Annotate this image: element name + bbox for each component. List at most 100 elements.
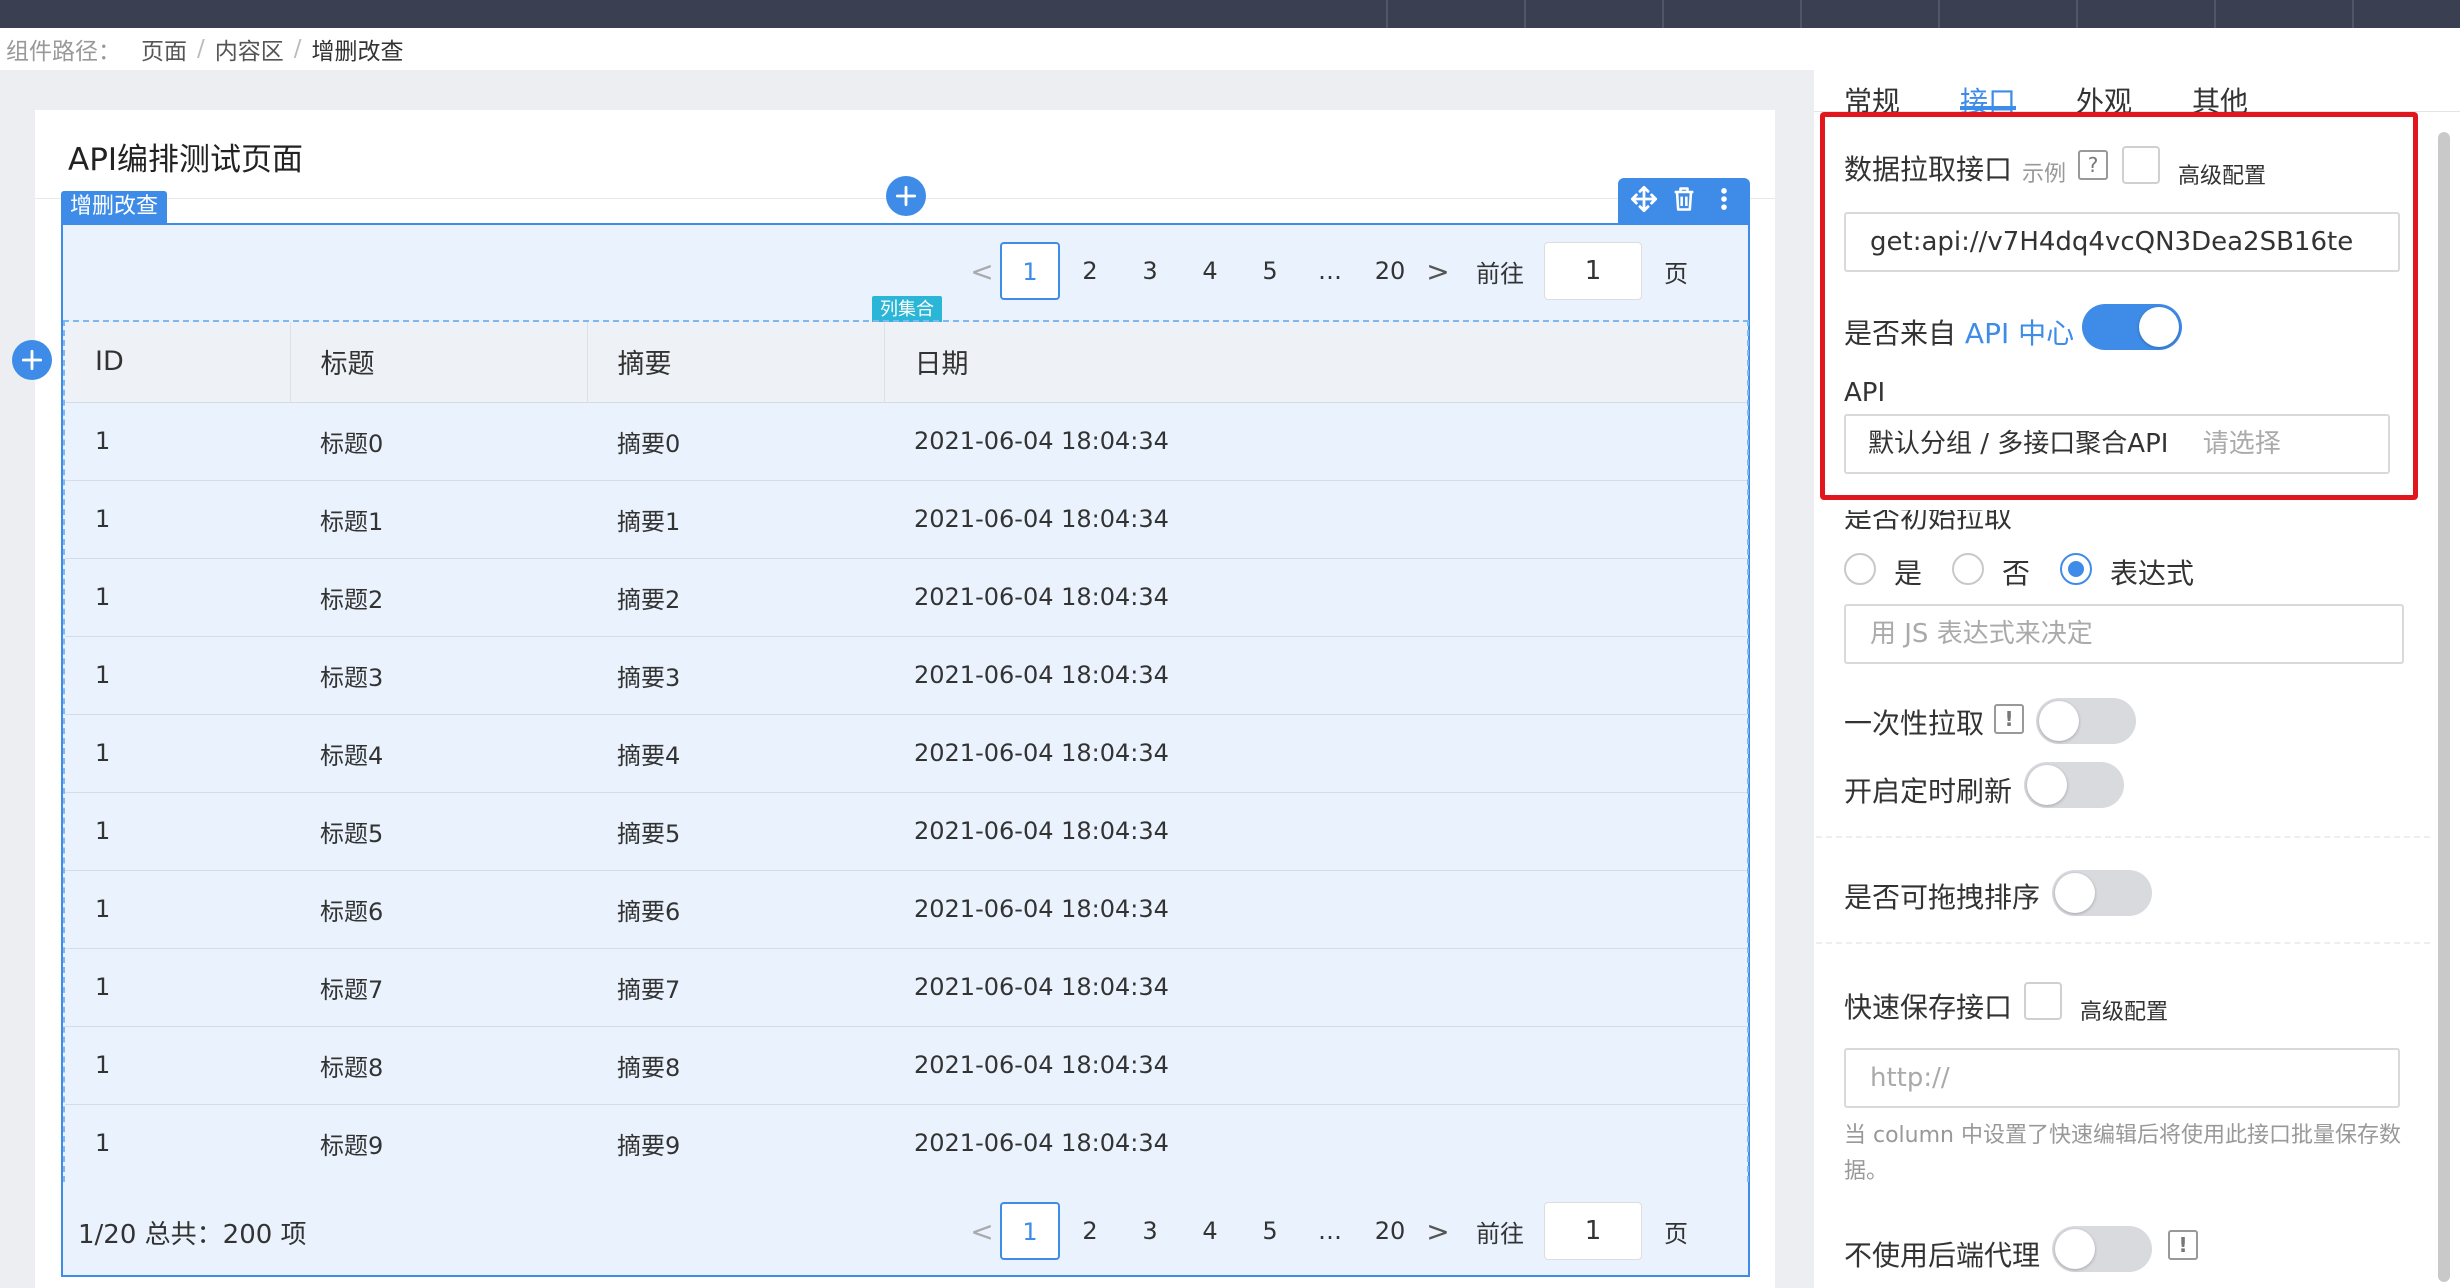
cell-date: 2021-06-04 18:04:34 <box>884 479 1747 558</box>
table-row: 1 标题2 摘要2 2021-06-04 18:04:34 <box>65 557 1747 636</box>
column-header-id[interactable]: ID <box>65 322 291 402</box>
top-pagination: < 1 2 3 4 5 … 20 > 前往 1 页 <box>964 242 1688 300</box>
cell-title: 标题9 <box>290 1103 587 1182</box>
fetch-once-label: 一次性拉取 <box>1844 707 1985 740</box>
page-button-20[interactable]: 20 <box>1360 257 1420 285</box>
next-page-button[interactable]: > <box>1420 1215 1456 1248</box>
cell-id: 1 <box>65 713 290 792</box>
column-header-date[interactable]: 日期 <box>884 322 1747 402</box>
page-button-5[interactable]: 5 <box>1240 1217 1300 1245</box>
add-column-icon[interactable] <box>12 340 52 380</box>
cell-title: 标题3 <box>290 635 587 714</box>
page-button-3[interactable]: 3 <box>1120 1217 1180 1245</box>
page-button-2[interactable]: 2 <box>1060 1217 1120 1245</box>
no-proxy-switch[interactable] <box>2052 1226 2152 1272</box>
page-button-2[interactable]: 2 <box>1060 257 1120 285</box>
cell-summary: 摘要6 <box>587 869 884 948</box>
draggable-sort-label: 是否可拖拽排序 <box>1844 881 2041 914</box>
quick-save-advanced-label: 高级配置 <box>2080 1000 2169 1025</box>
cell-title: 标题4 <box>290 713 587 792</box>
add-component-icon[interactable] <box>886 176 926 216</box>
radio-yes-label: 是 <box>1894 557 1923 590</box>
breadcrumb: 组件路径： 页面 / 内容区 / 增删改查 <box>0 28 1814 70</box>
prev-page-button[interactable]: < <box>964 1215 1000 1248</box>
page-unit-label: 页 <box>1664 1219 1688 1248</box>
move-icon[interactable] <box>1630 185 1658 217</box>
panel-scrollbar[interactable] <box>2438 132 2450 1282</box>
cell-date: 2021-06-04 18:04:34 <box>884 947 1747 1026</box>
cell-title: 标题8 <box>290 1025 587 1104</box>
breadcrumb-label: 组件路径： <box>6 39 121 65</box>
prev-page-button[interactable]: < <box>964 255 1000 288</box>
quick-save-input[interactable]: http:// <box>1844 1048 2400 1108</box>
highlight-annotation <box>1820 112 2418 500</box>
goto-label: 前往 <box>1476 1219 1524 1248</box>
page-button-1[interactable]: 1 <box>1000 1202 1060 1260</box>
cell-id: 1 <box>65 479 290 558</box>
page-button-3[interactable]: 3 <box>1120 257 1180 285</box>
cell-summary: 摘要7 <box>587 947 884 1026</box>
radio-yes[interactable] <box>1844 553 1876 585</box>
delete-icon[interactable] <box>1670 185 1698 217</box>
cell-summary: 摘要9 <box>587 1103 884 1182</box>
goto-label: 前往 <box>1476 259 1524 288</box>
page-button-5[interactable]: 5 <box>1240 257 1300 285</box>
bottom-pagination: < 1 2 3 4 5 … 20 > 前往 1 页 <box>964 1202 1688 1260</box>
breadcrumb-item-content[interactable]: 内容区 <box>215 32 284 66</box>
interval-refresh-label: 开启定时刷新 <box>1844 775 2013 808</box>
columns-tag[interactable]: 列集合 <box>872 296 942 323</box>
no-proxy-label: 不使用后端代理 <box>1844 1239 2041 1272</box>
cell-date: 2021-06-04 18:04:34 <box>884 1103 1747 1182</box>
cell-summary: 摘要4 <box>587 713 884 792</box>
radio-no[interactable] <box>1952 553 1984 585</box>
total-summary: 1/20 总共：200 项 <box>78 1220 307 1250</box>
radio-expression-label: 表达式 <box>2110 557 2195 590</box>
cell-title: 标题6 <box>290 869 587 948</box>
radio-no-label: 否 <box>2002 557 2031 590</box>
page-button-20[interactable]: 20 <box>1360 1217 1420 1245</box>
page-unit-label: 页 <box>1664 259 1688 288</box>
breadcrumb-item-crud[interactable]: 增删改查 <box>312 32 404 66</box>
quick-save-advanced-checkbox[interactable] <box>2024 982 2062 1020</box>
goto-page-input[interactable]: 1 <box>1544 242 1642 300</box>
interval-refresh-switch[interactable] <box>2024 762 2124 808</box>
page-ellipsis[interactable]: … <box>1300 1217 1360 1245</box>
quick-save-label: 快速保存接口 <box>1844 991 2013 1024</box>
table-row: 1 标题4 摘要4 2021-06-04 18:04:34 <box>65 713 1747 792</box>
warning-icon[interactable]: ! <box>2168 1230 2198 1260</box>
cell-date: 2021-06-04 18:04:34 <box>884 713 1747 792</box>
page-button-1[interactable]: 1 <box>1000 242 1060 300</box>
column-header-title[interactable]: 标题 <box>290 322 588 402</box>
cell-summary: 摘要0 <box>587 401 884 480</box>
top-bar <box>0 0 2460 28</box>
goto-page-input[interactable]: 1 <box>1544 1202 1642 1260</box>
cell-summary: 摘要8 <box>587 1025 884 1104</box>
expression-input[interactable]: 用 JS 表达式来决定 <box>1844 604 2404 664</box>
column-header-summary[interactable]: 摘要 <box>587 322 885 402</box>
radio-expression[interactable] <box>2060 553 2092 585</box>
page-ellipsis[interactable]: … <box>1300 257 1360 285</box>
next-page-button[interactable]: > <box>1420 255 1456 288</box>
cell-date: 2021-06-04 18:04:34 <box>884 1025 1747 1104</box>
quick-save-hint: 当 column 中设置了快速编辑后将使用此接口批量保存数据。 <box>1844 1123 2401 1184</box>
component-toolbar <box>1618 178 1750 223</box>
crud-component-tag[interactable]: 增删改查 <box>61 191 168 223</box>
more-icon[interactable] <box>1710 185 1738 217</box>
page-button-4[interactable]: 4 <box>1180 1217 1240 1245</box>
cell-date: 2021-06-04 18:04:34 <box>884 791 1747 870</box>
table-row: 1 标题0 摘要0 2021-06-04 18:04:34 <box>65 401 1747 480</box>
cell-title: 标题1 <box>290 479 587 558</box>
cell-id: 1 <box>65 557 290 636</box>
warning-icon[interactable]: ! <box>1994 704 2024 734</box>
page-title: API编排测试页面 <box>68 142 304 178</box>
table-row: 1 标题6 摘要6 2021-06-04 18:04:34 <box>65 869 1747 948</box>
cell-title: 标题0 <box>290 401 587 480</box>
table-row: 1 标题5 摘要5 2021-06-04 18:04:34 <box>65 791 1747 870</box>
draggable-sort-switch[interactable] <box>2052 870 2152 916</box>
fetch-once-switch[interactable] <box>2036 698 2136 744</box>
cell-summary: 摘要1 <box>587 479 884 558</box>
active-tab-indicator <box>1960 106 2016 110</box>
cell-id: 1 <box>65 401 290 480</box>
breadcrumb-item-page[interactable]: 页面 <box>141 32 187 66</box>
page-button-4[interactable]: 4 <box>1180 257 1240 285</box>
